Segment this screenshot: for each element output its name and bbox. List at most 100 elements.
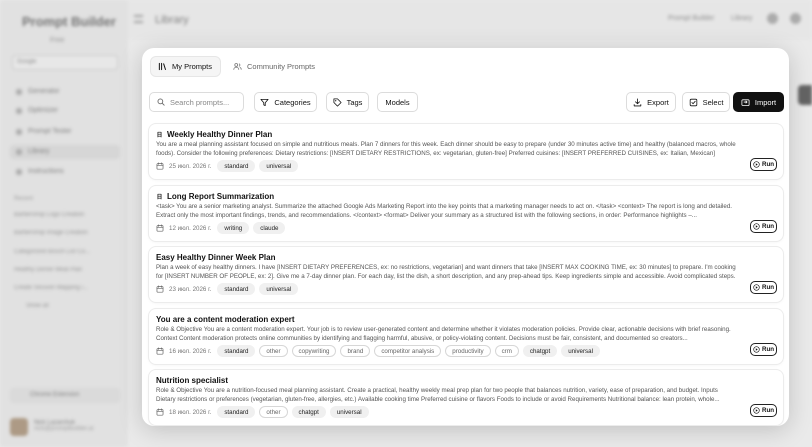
run-button[interactable]: Run — [750, 220, 777, 233]
select-label: Select — [702, 97, 724, 107]
library-icon — [158, 62, 166, 71]
prompt-tag: competitor analysis — [374, 345, 442, 357]
categories-button[interactable]: Categories — [254, 92, 317, 112]
prompt-tag: standard — [217, 160, 256, 172]
prompt-description: Role & Objective You are a content moder… — [156, 326, 731, 342]
calendar-icon — [156, 347, 164, 355]
prompt-description: You are a meal planning assistant focuse… — [156, 141, 736, 159]
tab-bar: My Prompts Community Prompts — [150, 56, 324, 77]
prompt-tag: universal — [329, 406, 369, 418]
prompt-description: Plan a week of easy healthy dinners. I h… — [156, 264, 736, 280]
users-icon — [233, 63, 242, 70]
run-button[interactable]: Run — [750, 158, 777, 171]
library-modal: My Prompts Community Prompts Categories … — [142, 48, 789, 426]
select-button[interactable]: Select — [682, 92, 730, 112]
search-box[interactable] — [149, 92, 244, 112]
tags-label: Tags — [346, 97, 363, 107]
categories-label: Categories — [274, 97, 311, 107]
prompt-date: 12 июл. 2026 г. — [169, 224, 212, 232]
tag-icon — [333, 97, 342, 107]
calendar-icon — [156, 408, 164, 416]
prompt-title: Long Report Summarization — [156, 192, 274, 201]
prompt-tag: writing — [217, 222, 250, 234]
prompt-tag: standard — [217, 406, 256, 418]
prompt-tag: other — [259, 406, 288, 418]
search-input[interactable] — [170, 97, 240, 107]
run-label: Run — [761, 223, 775, 230]
calendar-icon — [156, 162, 164, 170]
prompt-title: Easy Healthy Dinner Week Plan — [156, 253, 275, 262]
import-icon — [741, 98, 750, 106]
import-button[interactable]: Import — [733, 92, 784, 112]
prompt-tag: crm — [494, 345, 519, 357]
prompt-date: 23 июл. 2026 г. — [169, 285, 212, 293]
calendar-icon — [156, 285, 164, 293]
prompt-description: <task> You are a senior marketing analys… — [156, 203, 733, 219]
export-label: Export — [647, 97, 669, 107]
run-button[interactable]: Run — [750, 343, 777, 356]
run-label: Run — [761, 284, 775, 291]
models-button[interactable]: Models — [377, 92, 418, 112]
models-label: Models — [385, 97, 410, 107]
prompt-date: 25 июл. 2026 г. — [169, 162, 212, 170]
tags-button[interactable]: Tags — [326, 92, 369, 112]
prompt-title-text: Weekly Healthy Dinner Plan — [167, 130, 273, 139]
prompt-date: 16 июл. 2026 г. — [169, 347, 212, 355]
search-icon — [157, 98, 165, 106]
play-icon — [753, 407, 760, 414]
prompt-tag: chatgpt — [522, 345, 558, 357]
prompt-tag: standard — [217, 283, 256, 295]
prompt-meta: 16 июл. 2026 г. standard other copywriting b… — [156, 345, 600, 357]
prompt-meta: 25 июл. 2026 г. standard universal — [156, 160, 299, 172]
prompt-title: Weekly Healthy Dinner Plan — [156, 130, 272, 139]
prompt-tag: copywriting — [291, 345, 337, 357]
prompt-card[interactable]: You are a content moderation expert Role … — [149, 309, 783, 364]
prompt-card[interactable]: Long Report Summarization <task> You are … — [149, 186, 783, 241]
prompt-title-text: Easy Healthy Dinner Week Plan — [156, 253, 276, 262]
prompt-tag: claude — [253, 222, 286, 234]
run-label: Run — [761, 161, 775, 168]
tab-my-prompts[interactable]: My Prompts — [150, 56, 222, 77]
filter-icon — [260, 98, 269, 106]
prompt-title: Nutrition specialist — [156, 376, 228, 385]
prompt-tag: brand — [340, 345, 371, 357]
prompt-title-text: You are a content moderation expert — [156, 315, 295, 324]
tab-label: My Prompts — [172, 62, 213, 71]
play-icon — [753, 161, 760, 168]
prompt-type-icon — [157, 193, 162, 199]
prompt-tag: standard — [217, 345, 256, 357]
checkbox-icon — [689, 98, 697, 106]
run-label: Run — [761, 407, 775, 414]
prompt-card[interactable]: Weekly Healthy Dinner Plan You are a meal… — [149, 124, 783, 179]
prompt-title-text: Long Report Summarization — [167, 192, 275, 201]
play-icon — [753, 284, 760, 291]
run-label: Run — [761, 346, 775, 353]
download-icon — [633, 97, 642, 106]
prompt-tag: universal — [561, 345, 600, 357]
calendar-icon — [156, 224, 164, 232]
prompt-tag: productivity — [445, 345, 491, 357]
prompt-tag: other — [259, 345, 288, 357]
play-icon — [753, 346, 760, 353]
run-button[interactable]: Run — [750, 404, 777, 417]
tab-label: Community Prompts — [247, 62, 315, 71]
prompt-card[interactable]: Nutrition specialist Role & Objective You… — [149, 370, 783, 425]
prompt-type-icon — [157, 131, 162, 137]
prompt-meta: 18 июл. 2026 г. standard other chatgpt unive… — [156, 406, 369, 418]
prompt-meta: 12 июл. 2026 г. writing claude — [156, 222, 286, 234]
toolbar: Categories Tags Models Export Select Imp… — [149, 92, 784, 112]
play-icon — [753, 223, 760, 230]
prompt-meta: 23 июл. 2026 г. standard universal — [156, 283, 299, 295]
run-button[interactable]: Run — [750, 281, 777, 294]
prompt-description: Role & Objective You are a nutrition-foc… — [156, 387, 720, 403]
export-button[interactable]: Export — [626, 92, 676, 112]
prompt-tag: chatgpt — [291, 406, 326, 418]
tab-community-prompts[interactable]: Community Prompts — [225, 56, 324, 77]
prompt-tag: universal — [259, 160, 299, 172]
prompt-title-text: Nutrition specialist — [156, 376, 229, 385]
prompt-card[interactable]: Easy Healthy Dinner Week Plan Plan a week… — [149, 247, 783, 302]
prompt-date: 18 июл. 2026 г. — [169, 408, 212, 416]
prompt-tag: universal — [259, 283, 299, 295]
prompt-title: You are a content moderation expert — [156, 315, 295, 324]
import-label: Import — [754, 97, 777, 107]
